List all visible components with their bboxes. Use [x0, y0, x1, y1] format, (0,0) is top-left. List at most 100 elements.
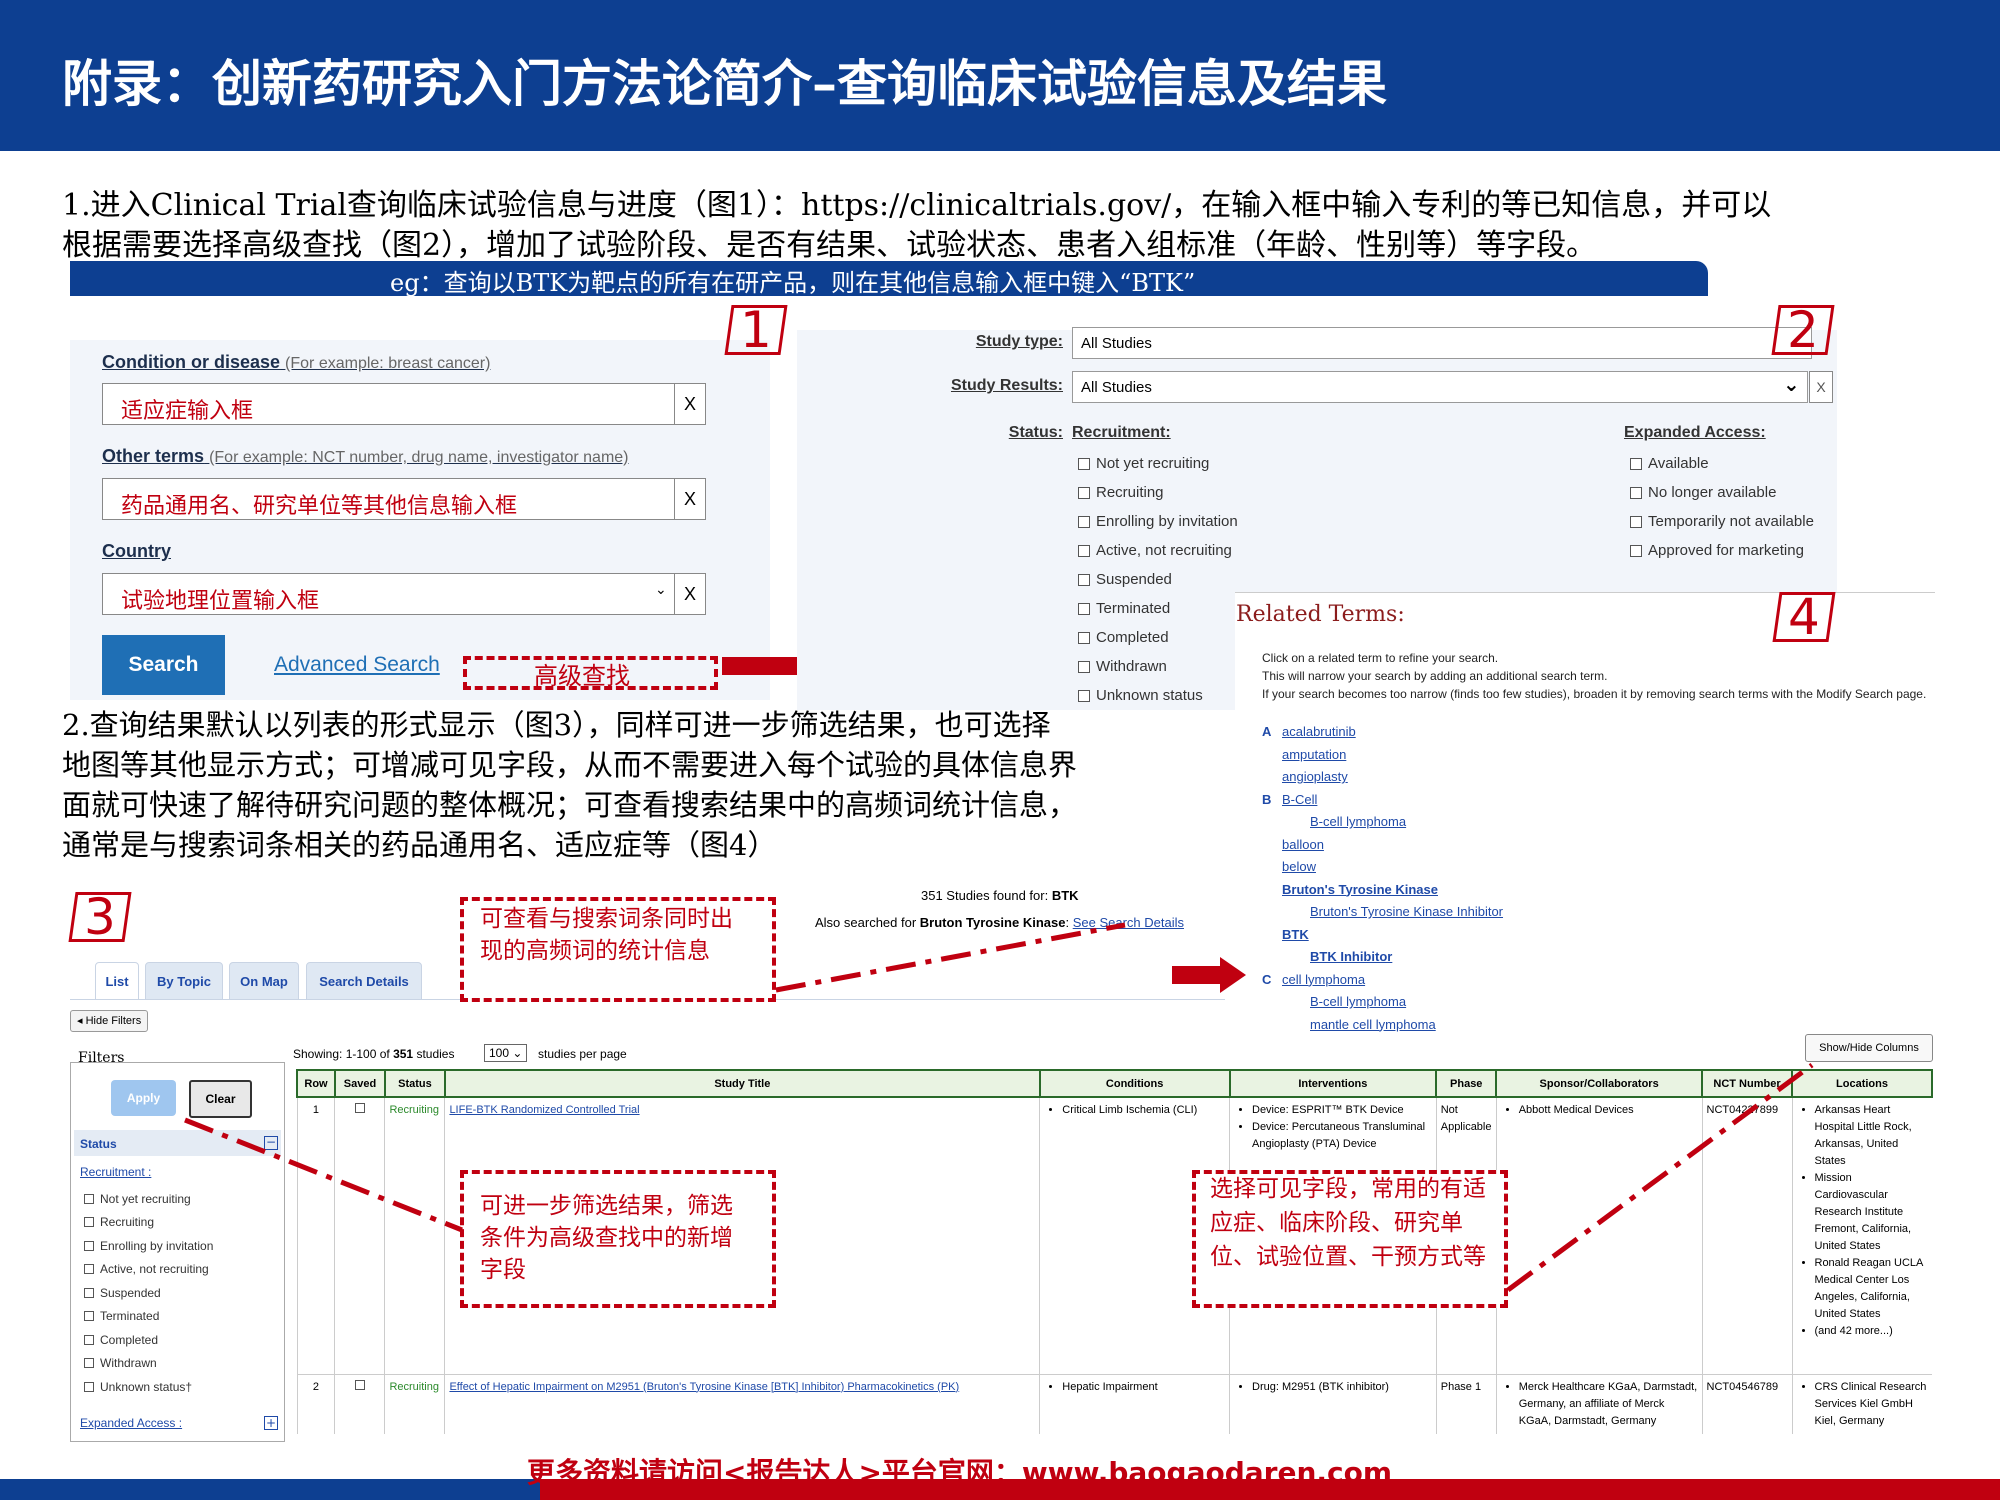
column-header-nct-number[interactable]: NCT Number	[1701, 1069, 1793, 1098]
tab-by-topic[interactable]: By Topic	[145, 962, 223, 1000]
other-terms-clear-button[interactable]: X	[674, 478, 706, 520]
column-header-study-title[interactable]: Study Title	[443, 1069, 1041, 1098]
apply-button[interactable]: Apply	[111, 1080, 176, 1116]
checkbox-active-not-recruiting[interactable]: Active, not recruiting	[1078, 536, 1238, 565]
checkbox-no-longer-available[interactable]: No longer available	[1630, 478, 1814, 507]
expand-icon[interactable]: +	[264, 1416, 278, 1430]
checkbox-recruiting[interactable]: Recruiting	[1078, 478, 1238, 507]
page-title: 附录：创新药研究入门方法论简介–查询临床试验信息及结果	[62, 54, 1387, 113]
related-term-link[interactable]: B-cell lymphoma	[1310, 994, 1406, 1009]
footer-link[interactable]: 更多资料请访问<报告达人>平台官网：www.baogaodaren.com	[527, 1451, 1392, 1491]
related-term-link[interactable]: amputation	[1282, 747, 1346, 762]
related-term-item: balloon	[1262, 837, 1503, 860]
per-page-label: studies per page	[538, 1047, 627, 1061]
related-term-link[interactable]: acalabrutinib	[1282, 724, 1356, 739]
status-label: Status:	[1008, 424, 1063, 441]
per-page-select[interactable]: 100 ⌄	[484, 1044, 528, 1062]
row-number: 2	[296, 1374, 335, 1434]
clear-button[interactable]: Clear	[189, 1080, 252, 1118]
related-term-item: angioplasty	[1262, 769, 1503, 792]
filter-terminated[interactable]: Terminated	[84, 1305, 213, 1329]
related-term-item: mantle cell lymphoma	[1262, 1017, 1503, 1040]
checkbox-terminated[interactable]: Terminated	[1078, 594, 1238, 623]
country-clear-button[interactable]: X	[674, 573, 706, 615]
related-terms-list: Aacalabrutinib amputation angioplasty B B-Ce…	[1262, 724, 1503, 1039]
column-header-conditions[interactable]: Conditions	[1038, 1069, 1231, 1098]
checkbox-temporarily-not-available[interactable]: Temporarily not available	[1630, 507, 1814, 536]
related-term-link[interactable]: mantle cell lymphoma	[1310, 1017, 1436, 1032]
study-title-link[interactable]: LIFE-BTK Randomized Controlled Trial	[449, 1104, 639, 1116]
column-header-saved[interactable]: Saved	[333, 1069, 386, 1098]
related-term-link[interactable]: cell lymphoma	[1282, 972, 1365, 987]
tab-search-details[interactable]: Search Details	[306, 962, 422, 1000]
column-header-status[interactable]: Status	[383, 1069, 446, 1098]
filter-withdrawn[interactable]: Withdrawn	[84, 1352, 213, 1376]
condition-clear-button[interactable]: X	[674, 383, 706, 425]
study-results-clear-button[interactable]: X	[1809, 371, 1833, 403]
related-term-link[interactable]: B-Cell	[1282, 792, 1317, 807]
search-button[interactable]: Search	[102, 635, 225, 695]
sponsor-item: Merck Healthcare KGaA, Darmstadt, German…	[1519, 1379, 1698, 1430]
status-cell: Recruiting	[384, 1374, 445, 1434]
advanced-search-link[interactable]: Advanced Search	[274, 653, 440, 677]
checkbox-suspended[interactable]: Suspended	[1078, 565, 1238, 594]
study-type-select[interactable]: All Studies	[1072, 327, 1812, 359]
checkbox-not-yet-recruiting[interactable]: Not yet recruiting	[1078, 449, 1238, 478]
intervention-item: Device: ESPRIT™ BTK Device	[1252, 1102, 1432, 1119]
column-header-interventions[interactable]: Interventions	[1228, 1069, 1438, 1098]
condition-input[interactable]: 适应症输入框	[102, 383, 677, 425]
study-title-link[interactable]: Effect of Hepatic Impairment on M2951 (B…	[449, 1381, 959, 1393]
studies-found: 351 Studies found for: BTK	[921, 888, 1079, 903]
also-searched: Also searched for Bruton Tyrosine Kinase…	[815, 915, 1184, 930]
related-term-link[interactable]: B-cell lymphoma	[1310, 814, 1406, 829]
filter-unknown-status[interactable]: Unknown status†	[84, 1375, 213, 1399]
related-term-item: B B-Cell	[1262, 792, 1503, 815]
filter-recruiting[interactable]: Recruiting	[84, 1211, 213, 1235]
checkbox-enrolling-by-invitation[interactable]: Enrolling by invitation	[1078, 507, 1238, 536]
other-terms-input[interactable]: 药品通用名、研究单位等其他信息输入框	[102, 478, 677, 520]
see-search-details-link[interactable]: See Search Details	[1073, 915, 1184, 930]
show-hide-columns-button[interactable]: Show/Hide Columns	[1805, 1034, 1933, 1062]
expanded-access-filter-label: Expanded Access :	[80, 1416, 183, 1430]
filter-completed[interactable]: Completed	[84, 1328, 213, 1352]
column-header-locations[interactable]: Locations	[1791, 1069, 1933, 1098]
condition-item: Critical Limb Ischemia (CLI)	[1062, 1102, 1225, 1119]
checkbox-unknown-status[interactable]: Unknown status	[1078, 681, 1238, 710]
related-term-link[interactable]: Bruton's Tyrosine Kinase	[1282, 882, 1438, 897]
save-checkbox[interactable]	[334, 1374, 385, 1434]
related-term-link[interactable]: below	[1282, 859, 1316, 874]
country-select[interactable]: 试验地理位置输入框	[102, 573, 677, 615]
related-term-link[interactable]: BTK	[1282, 927, 1309, 942]
related-term-item: BTK	[1262, 927, 1503, 950]
study-results-select[interactable]: All Studies	[1072, 371, 1808, 403]
checkbox-available[interactable]: Available	[1630, 449, 1814, 478]
filter-enrolling-by-invitation[interactable]: Enrolling by invitation	[84, 1234, 213, 1258]
save-checkbox[interactable]	[334, 1097, 385, 1374]
column-header-phase[interactable]: Phase	[1435, 1069, 1498, 1098]
para2-line-1: 2.查询结果默认以列表的形式显示（图3），同样可进一步筛选结果，也可选择	[62, 708, 1051, 742]
checkbox-completed[interactable]: Completed	[1078, 623, 1238, 652]
related-term-link[interactable]: balloon	[1282, 837, 1324, 852]
intro-line-2: 根据需要选择高级查找（图2），增加了试验阶段、是否有结果、试验状态、患者入组标准…	[62, 228, 1597, 263]
figure-number-1: 1	[724, 301, 788, 359]
related-term-item: Bruton's Tyrosine Kinase Inhibitor	[1262, 904, 1503, 927]
interventions-cell: Drug: M2951 (BTK inhibitor)	[1229, 1374, 1437, 1434]
study-results-label: Study Results:	[950, 377, 1063, 394]
expanded-access-checkbox-list: Available No longer available Temporaril…	[1630, 449, 1814, 565]
filter-not-yet-recruiting[interactable]: Not yet recruiting	[84, 1187, 213, 1211]
related-term-link[interactable]: BTK Inhibitor	[1310, 949, 1392, 964]
table-header-row: Row Saved Status Study Title Conditions …	[296, 1069, 1933, 1098]
filter-suspended[interactable]: Suspended	[84, 1281, 213, 1305]
hide-filters-button[interactable]: ◂ Hide Filters	[70, 1010, 149, 1032]
filter-active-not-recruiting[interactable]: Active, not recruiting	[84, 1258, 213, 1282]
showing-count: Showing: 1-100 of 351 studies	[293, 1047, 455, 1061]
checkbox-withdrawn[interactable]: Withdrawn	[1078, 652, 1238, 681]
column-header-sponsor[interactable]: Sponsor/Collaborators	[1495, 1069, 1704, 1098]
related-term-link[interactable]: angioplasty	[1282, 769, 1348, 784]
collapse-icon[interactable]: −	[264, 1136, 278, 1150]
tab-list[interactable]: List	[95, 962, 139, 1000]
related-term-link[interactable]: Bruton's Tyrosine Kinase Inhibitor	[1310, 904, 1503, 919]
tab-on-map[interactable]: On Map	[229, 962, 299, 1000]
column-header-row[interactable]: Row	[296, 1069, 336, 1098]
checkbox-approved-for-marketing[interactable]: Approved for marketing	[1630, 536, 1814, 565]
